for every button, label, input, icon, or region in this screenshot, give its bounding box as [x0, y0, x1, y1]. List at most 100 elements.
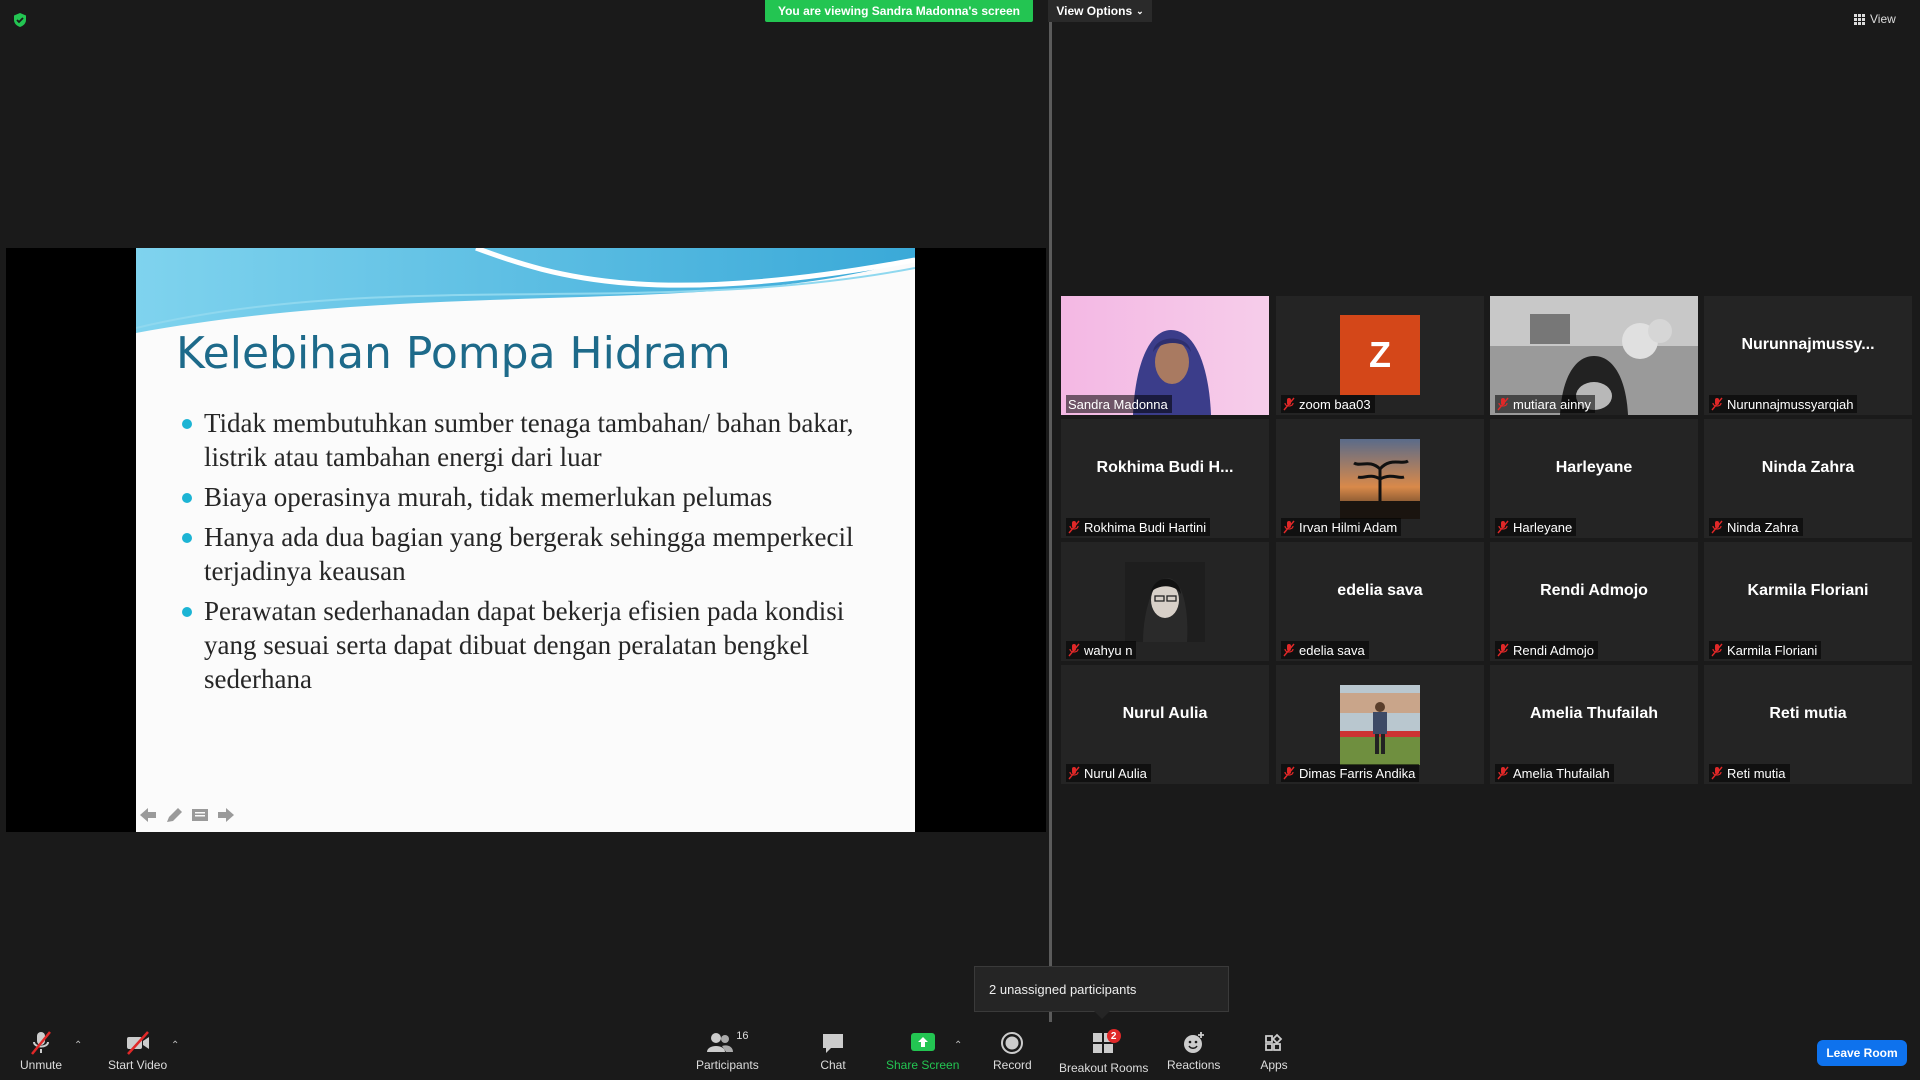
microphone-muted-icon [1497, 397, 1509, 411]
slide-bullet: Perawatan sederhanadan dapat bekerja efi… [180, 594, 900, 696]
view-button[interactable]: View [1854, 8, 1896, 30]
slide-bullet-list: Tidak membutuhkan sumber tenaga tambahan… [180, 406, 900, 702]
participant-name: Ninda Zahra [1727, 519, 1799, 535]
apps-button[interactable]: Apps [1260, 1030, 1288, 1072]
share-screen-label: Share Screen [886, 1058, 960, 1072]
participant-tile[interactable]: Sandra Madonna [1061, 296, 1269, 415]
microphone-muted-icon [1283, 520, 1295, 534]
participant-tile[interactable]: wahyu n [1061, 542, 1269, 661]
participant-name: Nurunnajmussyarqiah [1727, 396, 1854, 412]
participant-tile[interactable]: Reti mutia Reti mutia [1704, 665, 1912, 784]
participant-profile-photo [1125, 562, 1205, 642]
participant-count: 16 [736, 1030, 749, 1042]
participant-display-name: Harleyane [1555, 458, 1633, 476]
participant-name: Amelia Thufailah [1513, 765, 1610, 781]
record-icon [1001, 1032, 1024, 1054]
record-button[interactable]: Record [993, 1030, 1032, 1072]
microphone-muted-icon [1068, 766, 1080, 780]
participant-name: Rokhima Budi Hartini [1084, 519, 1207, 535]
next-slide-icon[interactable] [216, 806, 236, 824]
participant-tile[interactable]: Karmila Floriani Karmila Floriani [1704, 542, 1912, 661]
participant-name: Reti mutia [1727, 765, 1786, 781]
participant-name: Sandra Madonna [1068, 396, 1168, 412]
audio-options-caret-icon[interactable]: ⌃ [74, 1040, 82, 1051]
security-shield-icon[interactable] [12, 12, 28, 28]
participant-display-name: Amelia Thufailah [1529, 704, 1659, 722]
microphone-muted-icon [1497, 520, 1509, 534]
slide-bullet: Hanya ada dua bagian yang bergerak sehin… [180, 520, 900, 588]
participant-tile[interactable]: Zzoom baa03 [1276, 296, 1484, 415]
slide-title: Kelebihan Pompa Hidram [176, 328, 731, 379]
participant-display-name: Nurul Aulia [1122, 704, 1208, 722]
participant-tile[interactable]: Rendi Admojo Rendi Admojo [1490, 542, 1698, 661]
chat-button[interactable]: Chat [819, 1030, 847, 1072]
start-video-label: Start Video [108, 1058, 168, 1072]
chat-label: Chat [820, 1058, 846, 1072]
participant-tile[interactable]: mutiara ainny [1490, 296, 1698, 415]
reactions-button[interactable]: Reactions [1167, 1030, 1220, 1072]
participant-name-label: zoom baa03 [1281, 395, 1375, 413]
participant-profile-photo [1340, 439, 1420, 519]
participant-display-name: Reti mutia [1769, 704, 1847, 722]
participant-name: Dimas Farris Andika [1299, 765, 1416, 781]
participant-name-label: mutiara ainny [1495, 395, 1596, 413]
leave-room-button[interactable]: Leave Room [1817, 1040, 1907, 1066]
participants-button[interactable]: 16 Participants [696, 1030, 759, 1072]
participant-name-label: Rokhima Budi Hartini [1066, 518, 1211, 536]
start-video-button[interactable]: Start Video [108, 1030, 167, 1072]
slide-wave-decoration [136, 248, 915, 333]
participant-tile[interactable]: Irvan Hilmi Adam [1276, 419, 1484, 538]
participant-tile[interactable]: Ninda Zahra Ninda Zahra [1704, 419, 1912, 538]
participant-tile[interactable]: Nurunnajmussy... Nurunnajmussyarqiah [1704, 296, 1912, 415]
microphone-muted-icon [1068, 520, 1080, 534]
participant-name-label: Rendi Admojo [1495, 641, 1598, 659]
participants-label: Participants [696, 1058, 759, 1072]
view-options-label: View Options [1056, 4, 1133, 18]
participant-tile[interactable]: edelia sava edelia sava [1276, 542, 1484, 661]
participant-name-label: Ninda Zahra [1709, 518, 1803, 536]
microphone-muted-icon [31, 1031, 51, 1055]
participant-tile[interactable]: Harleyane Harleyane [1490, 419, 1698, 538]
microphone-muted-icon [1068, 643, 1080, 657]
participant-tile[interactable]: Nurul Aulia Nurul Aulia [1061, 665, 1269, 784]
participant-profile-photo [1340, 685, 1420, 765]
participant-name-label: Amelia Thufailah [1495, 764, 1614, 782]
chat-icon [823, 1034, 843, 1053]
microphone-muted-icon [1711, 397, 1723, 411]
participant-tile[interactable]: Dimas Farris Andika [1276, 665, 1484, 784]
video-options-caret-icon[interactable]: ⌃ [171, 1040, 179, 1051]
participant-name-label: Dimas Farris Andika [1281, 764, 1420, 782]
breakout-rooms-button[interactable]: 2 Breakout Rooms [1059, 1029, 1148, 1075]
chevron-down-icon: ⌄ [1136, 5, 1144, 16]
microphone-muted-icon [1711, 643, 1723, 657]
participant-name-label: Irvan Hilmi Adam [1281, 518, 1402, 536]
slide-bullet: Biaya operasinya murah, tidak memerlukan… [180, 480, 900, 514]
unmute-button[interactable]: Unmute [20, 1030, 62, 1072]
participant-name-label: Nurunnajmussyarqiah [1709, 395, 1858, 413]
record-label: Record [993, 1058, 1032, 1072]
breakout-badge: 2 [1106, 1029, 1121, 1043]
participant-display-name: Nurunnajmussy... [1741, 335, 1875, 353]
participant-tile[interactable]: Rokhima Budi H... Rokhima Budi Hartini [1061, 419, 1269, 538]
grid-view-icon [1854, 13, 1865, 25]
split-view-divider[interactable] [1049, 22, 1052, 1022]
participant-name: wahyu n [1084, 642, 1133, 658]
share-options-caret-icon[interactable]: ⌃ [954, 1040, 962, 1051]
viewing-screen-banner: You are viewing Sandra Madonna's screen [765, 0, 1033, 22]
previous-slide-icon[interactable] [138, 806, 158, 824]
meeting-toolbar [0, 1022, 1920, 1080]
slide-show-controls [138, 806, 236, 824]
participant-tile[interactable]: Amelia Thufailah Amelia Thufailah [1490, 665, 1698, 784]
reactions-label: Reactions [1167, 1058, 1221, 1072]
pen-icon[interactable] [164, 806, 184, 824]
reactions-icon [1183, 1032, 1204, 1053]
microphone-muted-icon [1711, 766, 1723, 780]
participant-name: edelia sava [1299, 642, 1365, 658]
participant-display-name: Karmila Floriani [1747, 581, 1869, 599]
view-options-button[interactable]: View Options ⌄ [1048, 0, 1152, 22]
video-off-icon [126, 1031, 149, 1055]
share-screen-button[interactable]: Share Screen [886, 1030, 959, 1072]
participant-display-name: edelia sava [1337, 581, 1423, 599]
unassigned-participants-tooltip: 2 unassigned participants [974, 966, 1229, 1012]
slide-menu-icon[interactable] [190, 806, 210, 824]
